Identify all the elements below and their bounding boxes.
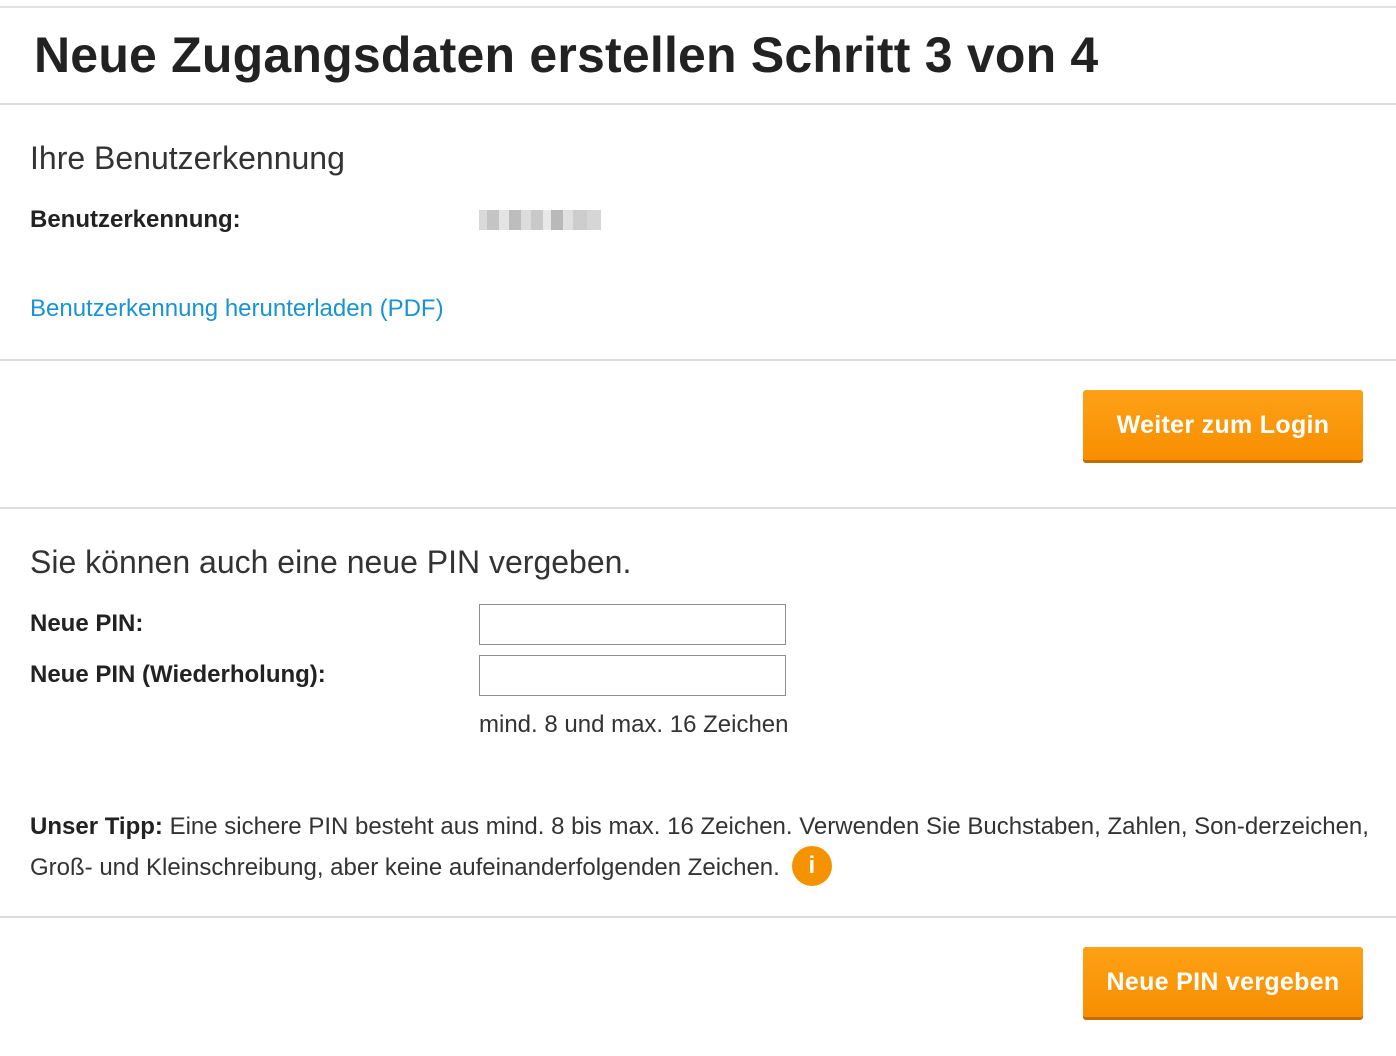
repeat-pin-label: Neue PIN (Wiederholung): bbox=[30, 661, 326, 688]
download-user-id-pdf-link[interactable]: Benutzerkennung herunterladen (PDF) bbox=[30, 295, 444, 323]
tip-label: Unser Tipp: bbox=[30, 813, 163, 840]
pin-tip: Unser Tipp: Eine sichere PIN besteht aus… bbox=[30, 806, 1370, 888]
user-id-value-redacted bbox=[479, 210, 601, 230]
repeat-pin-input[interactable] bbox=[479, 655, 786, 696]
new-pin-label: Neue PIN: bbox=[30, 610, 144, 637]
tip-text: Eine sichere PIN besteht aus mind. 8 bis… bbox=[30, 813, 1369, 881]
new-pin-heading: Sie können auch eine neue PIN vergeben. bbox=[30, 544, 632, 580]
section-divider-3 bbox=[0, 916, 1396, 918]
user-id-heading: Ihre Benutzerkennung bbox=[30, 140, 345, 176]
section-divider-1 bbox=[0, 359, 1396, 361]
page-title: Neue Zugangsdaten erstellen Schritt 3 vo… bbox=[34, 27, 1099, 83]
top-border bbox=[0, 6, 1396, 8]
set-new-pin-button[interactable]: Neue PIN vergeben bbox=[1083, 947, 1363, 1017]
info-icon[interactable]: i bbox=[791, 845, 832, 886]
section-divider-2 bbox=[0, 507, 1396, 509]
pin-length-hint: mind. 8 und max. 16 Zeichen bbox=[479, 711, 789, 738]
title-divider bbox=[0, 103, 1396, 105]
user-id-label: Benutzerkennung: bbox=[30, 206, 241, 233]
new-pin-input[interactable] bbox=[479, 604, 786, 645]
continue-to-login-button[interactable]: Weiter zum Login bbox=[1083, 390, 1363, 460]
